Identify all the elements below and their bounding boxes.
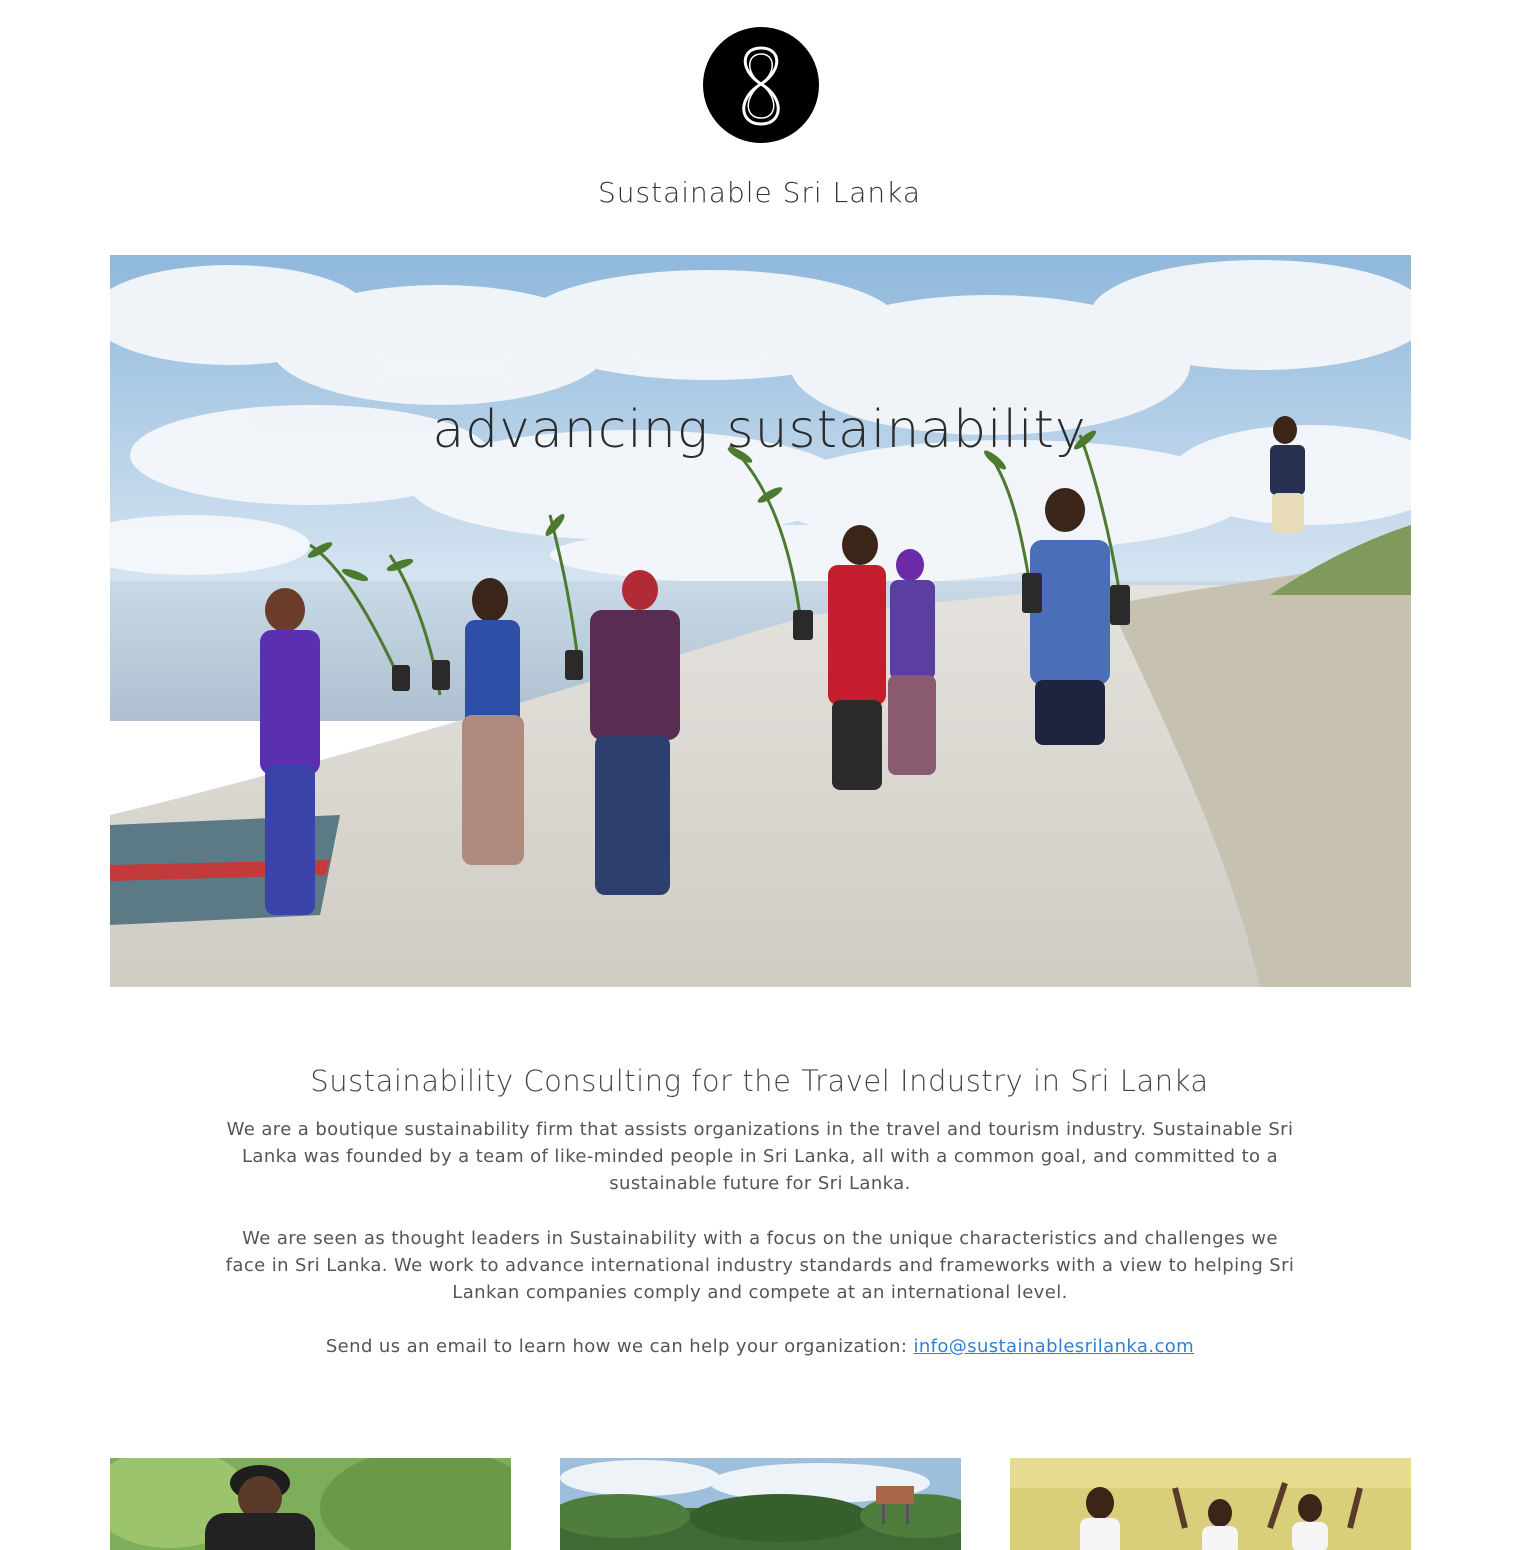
section-heading: Sustainability Consulting for the Travel… — [310, 1064, 1209, 1098]
email-link[interactable]: info@sustainablesrilanka.com — [913, 1336, 1194, 1357]
contact-cta: Send us an email to learn how we can hel… — [220, 1333, 1300, 1360]
intro-paragraph-2: We are seen as thought leaders in Sustai… — [225, 1228, 1295, 1303]
gallery-image-3 — [1010, 1458, 1411, 1550]
gallery-card-2[interactable] — [560, 1458, 961, 1550]
contact-cta-text: Send us an email to learn how we can hel… — [325, 1336, 914, 1357]
infinity-eight-logo-icon — [742, 46, 780, 126]
gallery-image-2 — [560, 1458, 961, 1550]
intro-paragraph-1: We are a boutique sustainability firm th… — [226, 1119, 1294, 1194]
gallery-image-1 — [110, 1458, 511, 1550]
hero-image — [110, 255, 1411, 987]
logo[interactable] — [703, 27, 819, 143]
gallery-card-1[interactable] — [110, 1458, 511, 1550]
site-title[interactable]: Sustainable Sri Lanka — [0, 176, 1519, 209]
gallery-card-3[interactable] — [1010, 1458, 1411, 1550]
hero-tagline: advancing sustainability — [432, 400, 1087, 460]
